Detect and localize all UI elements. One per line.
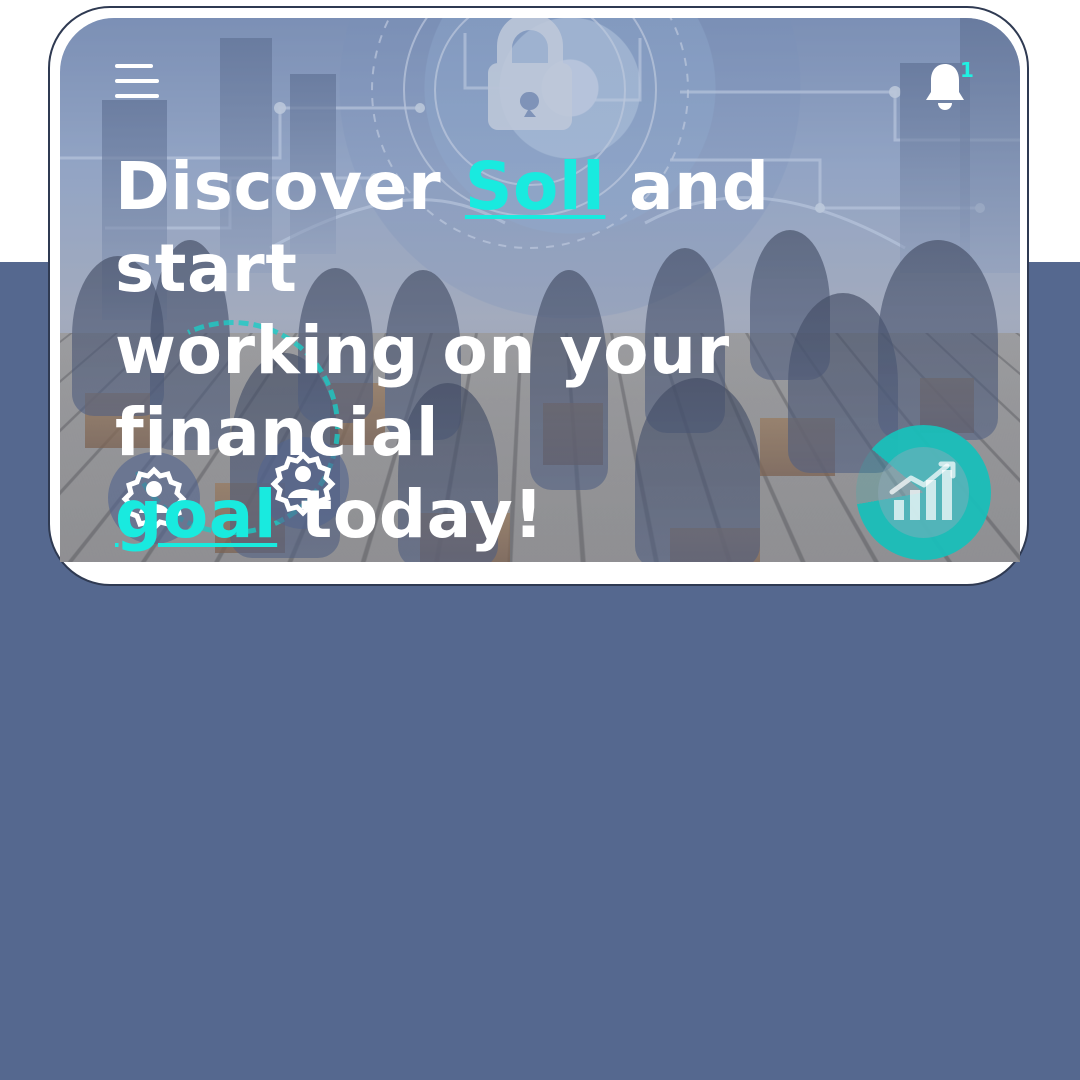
menu-line xyxy=(115,79,159,83)
hamburger-menu-icon[interactable] xyxy=(115,64,159,98)
hero-headline: Discover Soll and start working on your … xyxy=(115,146,965,556)
notification-count: 1 xyxy=(960,58,974,82)
headline-line-1-text: Discover xyxy=(115,148,465,225)
headline-line-3-end: today! xyxy=(277,476,545,553)
growth-chart-icon xyxy=(889,461,956,520)
menu-line xyxy=(115,94,159,98)
menu-line xyxy=(115,64,153,68)
notifications-button[interactable]: 1 xyxy=(923,60,975,116)
brand-name-link: Soll xyxy=(464,148,606,225)
headline-line-2: working on your financial xyxy=(115,312,730,471)
goal-keyword: goal xyxy=(115,476,278,553)
app-header: 1 xyxy=(115,60,974,116)
